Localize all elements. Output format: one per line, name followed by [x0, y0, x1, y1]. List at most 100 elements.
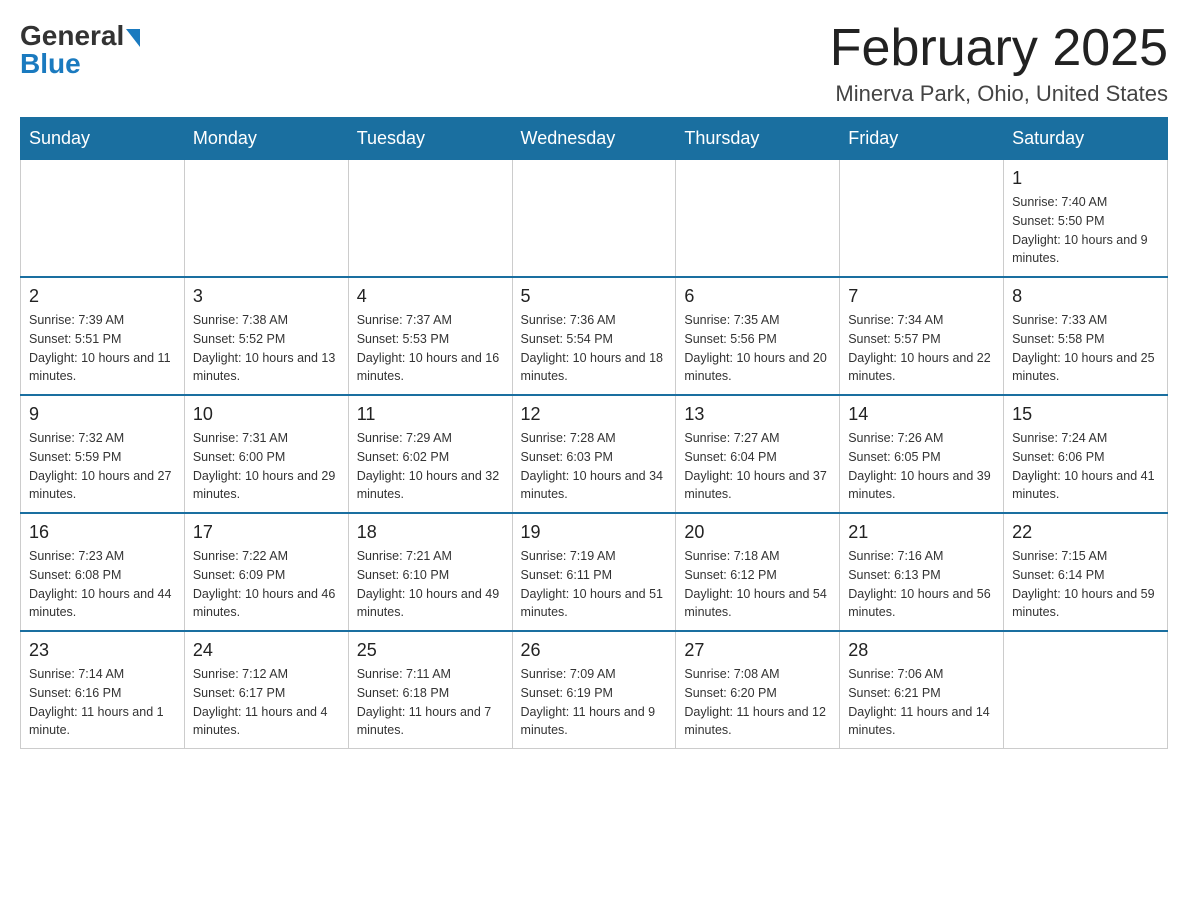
day-number: 11	[357, 404, 504, 425]
day-of-week-header: Thursday	[676, 118, 840, 160]
calendar-cell: 21 Sunrise: 7:16 AMSunset: 6:13 PMDayligh…	[840, 513, 1004, 631]
day-number: 1	[1012, 168, 1159, 189]
day-info: Sunrise: 7:18 AMSunset: 6:12 PMDaylight:…	[684, 547, 831, 622]
calendar-week-row: 1 Sunrise: 7:40 AMSunset: 5:50 PMDaylight…	[21, 160, 1168, 278]
calendar-cell: 27 Sunrise: 7:08 AMSunset: 6:20 PMDayligh…	[676, 631, 840, 749]
calendar-cell: 25Sunrise: 7:11 AMSunset: 6:18 PMDayligh…	[348, 631, 512, 749]
day-number: 20	[684, 522, 831, 543]
day-info: Sunrise: 7:08 AMSunset: 6:20 PMDaylight:…	[684, 665, 831, 740]
page-header: General Blue February 2025 Minerva Park,…	[20, 20, 1168, 107]
calendar-cell: 24Sunrise: 7:12 AMSunset: 6:17 PMDayligh…	[184, 631, 348, 749]
day-info: Sunrise: 7:39 AMSunset: 5:51 PMDaylight:…	[29, 311, 176, 386]
logo: General Blue	[20, 20, 140, 80]
calendar-week-row: 23 Sunrise: 7:14 AMSunset: 6:16 PMDayligh…	[21, 631, 1168, 749]
location-title: Minerva Park, Ohio, United States	[830, 81, 1168, 107]
day-number: 8	[1012, 286, 1159, 307]
day-number: 17	[193, 522, 340, 543]
day-info: Sunrise: 7:09 AMSunset: 6:19 PMDaylight:…	[521, 665, 668, 740]
day-info: Sunrise: 7:26 AMSunset: 6:05 PMDaylight:…	[848, 429, 995, 504]
calendar-cell	[348, 160, 512, 278]
day-info: Sunrise: 7:06 AMSunset: 6:21 PMDaylight:…	[848, 665, 995, 740]
day-of-week-header: Wednesday	[512, 118, 676, 160]
day-of-week-header: Sunday	[21, 118, 185, 160]
day-number: 26	[521, 640, 668, 661]
day-info: Sunrise: 7:28 AMSunset: 6:03 PMDaylight:…	[521, 429, 668, 504]
title-block: February 2025 Minerva Park, Ohio, United…	[830, 20, 1168, 107]
calendar-cell: 10 Sunrise: 7:31 AMSunset: 6:00 PMDayligh…	[184, 395, 348, 513]
day-info: Sunrise: 7:36 AMSunset: 5:54 PMDaylight:…	[521, 311, 668, 386]
day-number: 22	[1012, 522, 1159, 543]
logo-blue-text: Blue	[20, 48, 81, 80]
day-number: 28	[848, 640, 995, 661]
day-of-week-header: Monday	[184, 118, 348, 160]
calendar-cell: 26 Sunrise: 7:09 AMSunset: 6:19 PMDayligh…	[512, 631, 676, 749]
day-number: 24	[193, 640, 340, 661]
calendar-cell: 20 Sunrise: 7:18 AMSunset: 6:12 PMDayligh…	[676, 513, 840, 631]
calendar-cell	[840, 160, 1004, 278]
day-info: Sunrise: 7:22 AMSunset: 6:09 PMDaylight:…	[193, 547, 340, 622]
calendar-cell: 1 Sunrise: 7:40 AMSunset: 5:50 PMDaylight…	[1004, 160, 1168, 278]
day-number: 27	[684, 640, 831, 661]
day-number: 13	[684, 404, 831, 425]
month-title: February 2025	[830, 20, 1168, 77]
day-number: 6	[684, 286, 831, 307]
day-number: 16	[29, 522, 176, 543]
calendar-week-row: 2 Sunrise: 7:39 AMSunset: 5:51 PMDaylight…	[21, 277, 1168, 395]
calendar-cell: 2 Sunrise: 7:39 AMSunset: 5:51 PMDaylight…	[21, 277, 185, 395]
calendar-week-row: 9 Sunrise: 7:32 AMSunset: 5:59 PMDaylight…	[21, 395, 1168, 513]
calendar-header-row: SundayMondayTuesdayWednesdayThursdayFrid…	[21, 118, 1168, 160]
day-info: Sunrise: 7:23 AMSunset: 6:08 PMDaylight:…	[29, 547, 176, 622]
day-info: Sunrise: 7:27 AMSunset: 6:04 PMDaylight:…	[684, 429, 831, 504]
day-number: 5	[521, 286, 668, 307]
day-number: 4	[357, 286, 504, 307]
calendar-cell: 19 Sunrise: 7:19 AMSunset: 6:11 PMDayligh…	[512, 513, 676, 631]
day-number: 15	[1012, 404, 1159, 425]
calendar-week-row: 16 Sunrise: 7:23 AMSunset: 6:08 PMDayligh…	[21, 513, 1168, 631]
calendar-cell: 4 Sunrise: 7:37 AMSunset: 5:53 PMDaylight…	[348, 277, 512, 395]
calendar-cell: 22 Sunrise: 7:15 AMSunset: 6:14 PMDayligh…	[1004, 513, 1168, 631]
day-number: 3	[193, 286, 340, 307]
day-info: Sunrise: 7:31 AMSunset: 6:00 PMDaylight:…	[193, 429, 340, 504]
day-info: Sunrise: 7:21 AMSunset: 6:10 PMDaylight:…	[357, 547, 504, 622]
calendar-cell: 3 Sunrise: 7:38 AMSunset: 5:52 PMDaylight…	[184, 277, 348, 395]
day-info: Sunrise: 7:38 AMSunset: 5:52 PMDaylight:…	[193, 311, 340, 386]
calendar-cell: 9 Sunrise: 7:32 AMSunset: 5:59 PMDaylight…	[21, 395, 185, 513]
day-info: Sunrise: 7:35 AMSunset: 5:56 PMDaylight:…	[684, 311, 831, 386]
day-number: 2	[29, 286, 176, 307]
calendar-cell: 13 Sunrise: 7:27 AMSunset: 6:04 PMDayligh…	[676, 395, 840, 513]
day-of-week-header: Saturday	[1004, 118, 1168, 160]
day-info: Sunrise: 7:40 AMSunset: 5:50 PMDaylight:…	[1012, 193, 1159, 268]
calendar-cell	[512, 160, 676, 278]
day-number: 23	[29, 640, 176, 661]
day-number: 10	[193, 404, 340, 425]
calendar-cell: 14 Sunrise: 7:26 AMSunset: 6:05 PMDayligh…	[840, 395, 1004, 513]
day-info: Sunrise: 7:15 AMSunset: 6:14 PMDaylight:…	[1012, 547, 1159, 622]
calendar-cell	[21, 160, 185, 278]
day-info: Sunrise: 7:14 AMSunset: 6:16 PMDaylight:…	[29, 665, 176, 740]
day-info: Sunrise: 7:24 AMSunset: 6:06 PMDaylight:…	[1012, 429, 1159, 504]
day-info: Sunrise: 7:19 AMSunset: 6:11 PMDaylight:…	[521, 547, 668, 622]
day-info: Sunrise: 7:16 AMSunset: 6:13 PMDaylight:…	[848, 547, 995, 622]
logo-arrow-icon	[126, 29, 140, 47]
calendar-cell: 11 Sunrise: 7:29 AMSunset: 6:02 PMDayligh…	[348, 395, 512, 513]
calendar-cell: 7Sunrise: 7:34 AMSunset: 5:57 PMDaylight…	[840, 277, 1004, 395]
day-info: Sunrise: 7:32 AMSunset: 5:59 PMDaylight:…	[29, 429, 176, 504]
day-number: 14	[848, 404, 995, 425]
calendar-cell: 16 Sunrise: 7:23 AMSunset: 6:08 PMDayligh…	[21, 513, 185, 631]
day-info: Sunrise: 7:37 AMSunset: 5:53 PMDaylight:…	[357, 311, 504, 386]
day-number: 12	[521, 404, 668, 425]
calendar-cell	[676, 160, 840, 278]
day-number: 7	[848, 286, 995, 307]
day-number: 9	[29, 404, 176, 425]
calendar-cell: 28 Sunrise: 7:06 AMSunset: 6:21 PMDayligh…	[840, 631, 1004, 749]
calendar-cell: 12 Sunrise: 7:28 AMSunset: 6:03 PMDayligh…	[512, 395, 676, 513]
calendar-cell	[184, 160, 348, 278]
calendar-cell: 18 Sunrise: 7:21 AMSunset: 6:10 PMDayligh…	[348, 513, 512, 631]
day-of-week-header: Friday	[840, 118, 1004, 160]
calendar-cell: 15 Sunrise: 7:24 AMSunset: 6:06 PMDayligh…	[1004, 395, 1168, 513]
day-number: 19	[521, 522, 668, 543]
day-info: Sunrise: 7:11 AMSunset: 6:18 PMDaylight:…	[357, 665, 504, 740]
day-info: Sunrise: 7:29 AMSunset: 6:02 PMDaylight:…	[357, 429, 504, 504]
day-number: 21	[848, 522, 995, 543]
day-number: 18	[357, 522, 504, 543]
